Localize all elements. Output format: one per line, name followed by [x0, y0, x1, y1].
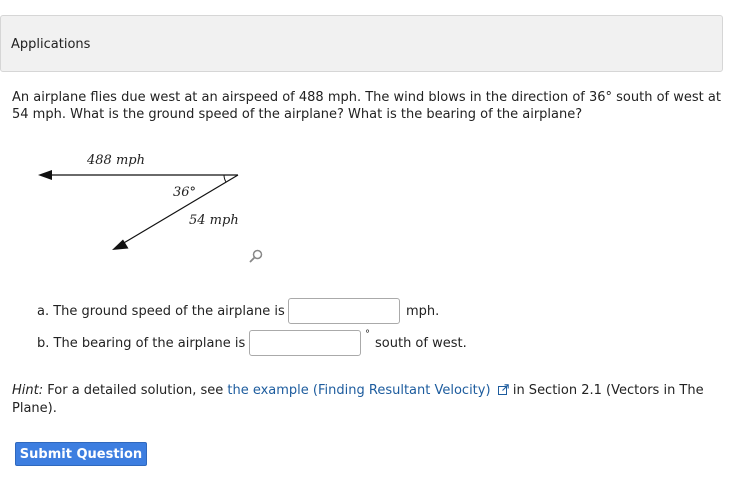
question-b-unit: south of west. [375, 336, 467, 351]
airspeed-arrowhead [38, 170, 52, 180]
angle-arc [223, 174, 227, 183]
bearing-input[interactable] [249, 330, 361, 356]
magnify-icon[interactable] [248, 248, 264, 264]
section-header: Applications [0, 15, 723, 72]
question-a-unit: mph. [406, 304, 440, 319]
hint-before-text: For a detailed solution, see [47, 383, 224, 398]
problem-statement: An airplane flies due west at an airspee… [12, 90, 721, 122]
submit-question-button[interactable]: Submit Question [15, 442, 147, 466]
hint: Hint: For a detailed solution, see the e… [12, 382, 722, 418]
external-link-icon[interactable] [497, 384, 509, 395]
hint-label: Hint: [12, 383, 44, 398]
section-title: Applications [11, 37, 91, 52]
question-a-text: a. The ground speed of the airplane is [37, 304, 285, 319]
degree-symbol: ° [365, 329, 370, 340]
wind-speed-label: 54 mph [189, 213, 239, 228]
example-link[interactable]: the example (Finding Resultant Velocity) [227, 383, 490, 398]
question-b-text: b. The bearing of the airplane is [37, 336, 246, 351]
angle-label: 36° [173, 185, 196, 200]
ground-speed-input[interactable] [288, 298, 400, 324]
airspeed-label: 488 mph [86, 153, 145, 168]
